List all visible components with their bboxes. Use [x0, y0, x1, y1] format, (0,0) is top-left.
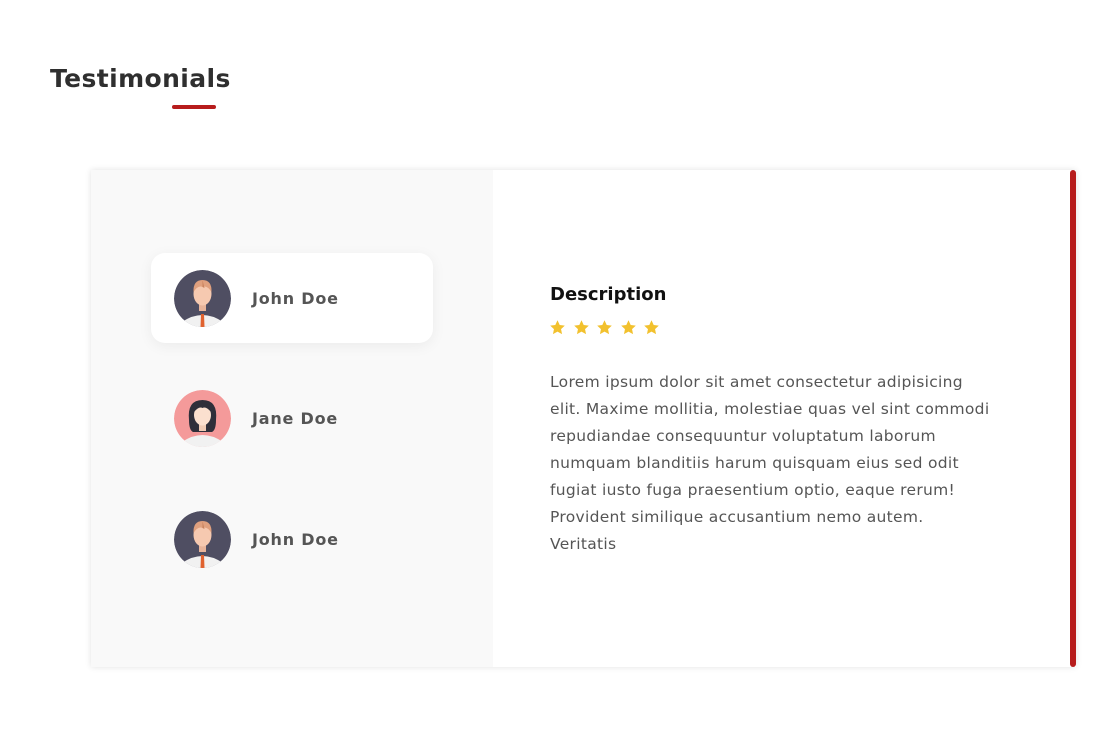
- testimonial-item-john-doe-2[interactable]: John Doe: [151, 494, 433, 584]
- star-icon: [643, 319, 660, 336]
- description-title: Description: [550, 284, 667, 305]
- testimonial-detail: Description Lorem ipsum dolor sit amet c…: [493, 170, 1076, 667]
- testimonial-name: Jane Doe: [252, 408, 339, 428]
- section-title: Testimonials: [50, 64, 231, 93]
- female-avatar-icon: [174, 389, 231, 447]
- testimonial-list: John Doe Jane Doe John Doe: [91, 170, 493, 667]
- star-icon: [596, 319, 613, 336]
- testimonials-page: Testimonials John Doe Jane Doe John Doe …: [0, 0, 1116, 732]
- testimonial-text: Lorem ipsum dolor sit amet consectetur a…: [550, 373, 990, 553]
- testimonial-item-jane-doe[interactable]: Jane Doe: [151, 373, 433, 463]
- accent-bar: [1070, 170, 1076, 667]
- star-icon: [620, 319, 637, 336]
- testimonial-item-john-doe[interactable]: John Doe: [151, 253, 433, 343]
- male-avatar-icon: [174, 510, 231, 568]
- star-rating: [549, 319, 667, 336]
- testimonial-name: John Doe: [252, 529, 339, 549]
- testimonial-name: John Doe: [252, 288, 339, 308]
- star-icon: [549, 319, 566, 336]
- title-underline: [172, 105, 216, 109]
- male-avatar-icon: [174, 269, 231, 327]
- testimonial-card: John Doe Jane Doe John Doe Description L…: [91, 170, 1076, 667]
- star-icon: [573, 319, 590, 336]
